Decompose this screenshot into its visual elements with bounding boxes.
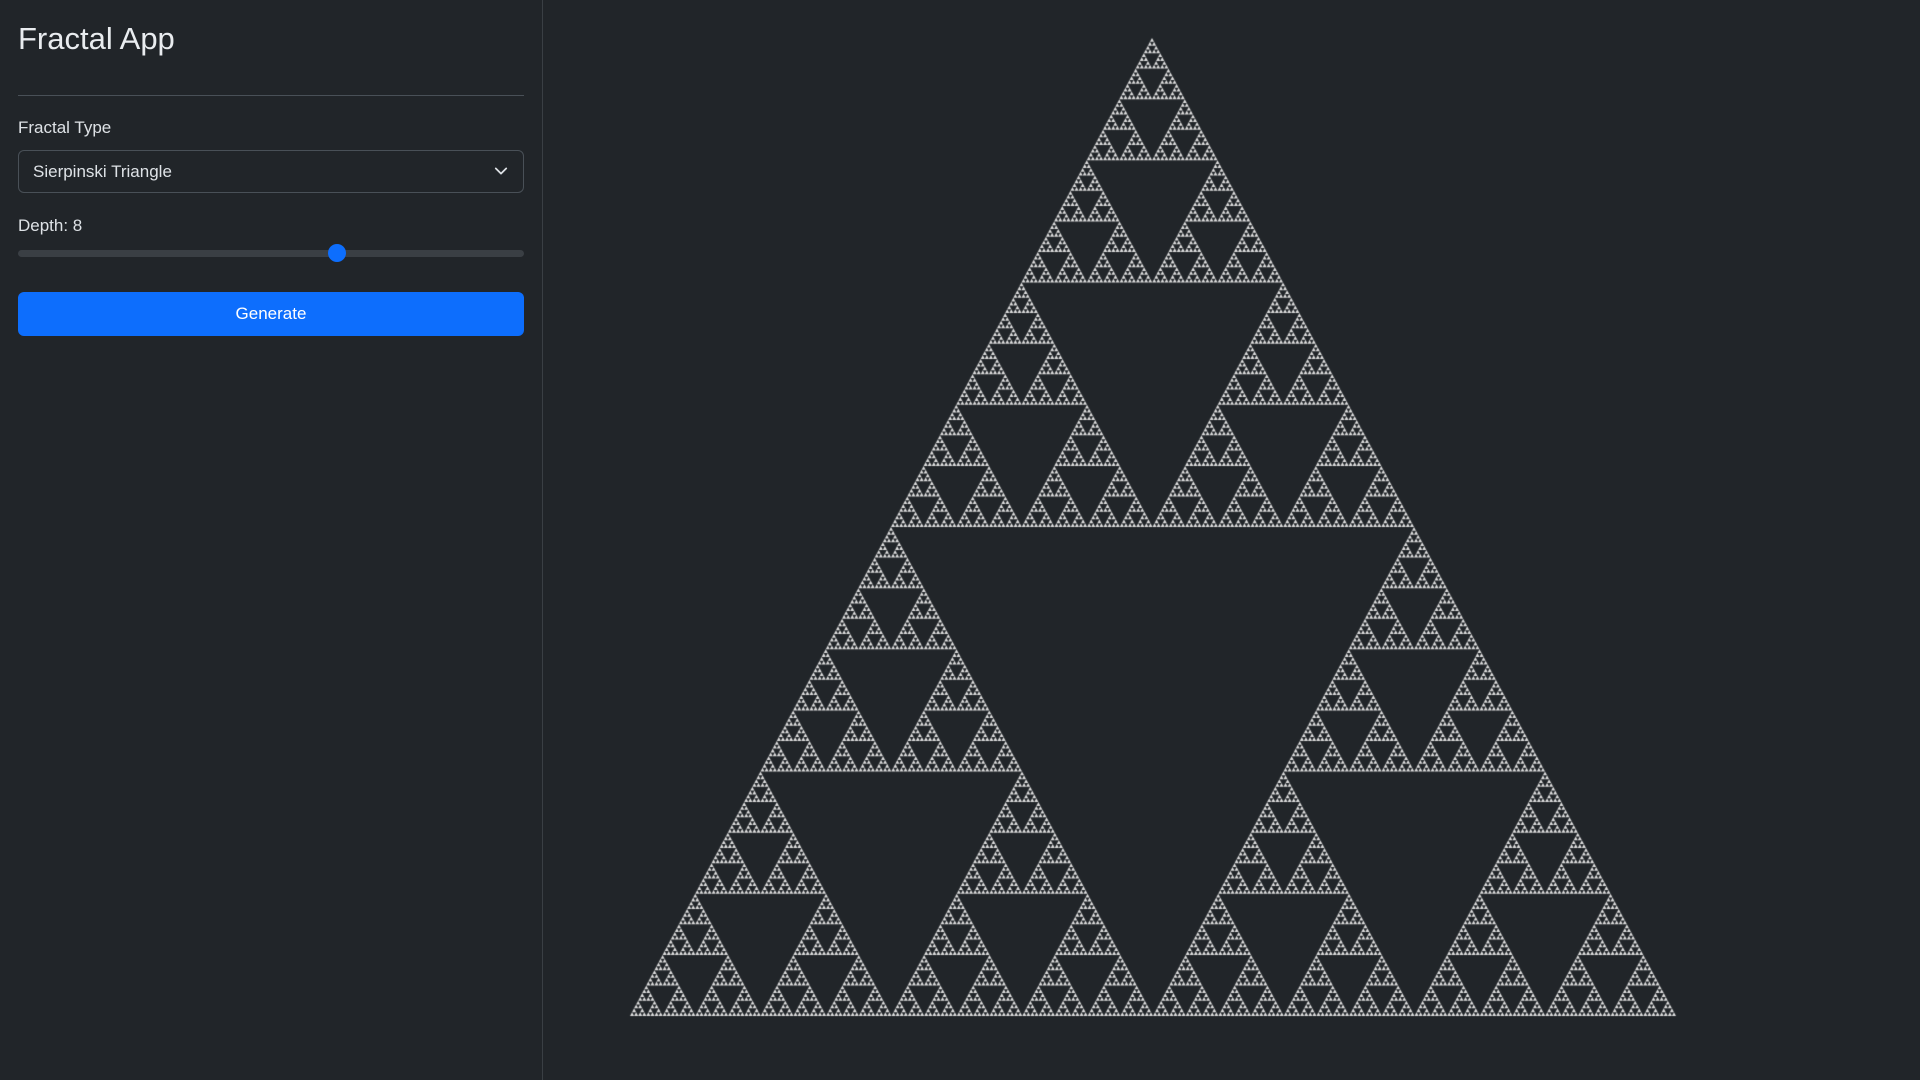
generate-button[interactable]: Generate (18, 292, 524, 336)
sidebar: Fractal App Fractal Type Sierpinski Tria… (0, 0, 543, 1080)
depth-slider[interactable] (18, 240, 524, 264)
app-title: Fractal App (18, 21, 175, 56)
fractal-type-label: Fractal Type (18, 118, 112, 137)
app-root: Fractal App Fractal Type Sierpinski Tria… (0, 0, 1920, 1080)
fractal-canvas-area (543, 0, 1920, 1080)
fractal-type-select-wrapper: Sierpinski Triangle (18, 150, 524, 193)
fractal-canvas[interactable] (543, 0, 1920, 1080)
depth-slider-track[interactable] (18, 250, 524, 257)
fractal-type-select[interactable]: Sierpinski Triangle (18, 150, 524, 193)
depth-slider-thumb[interactable] (327, 244, 346, 262)
depth-label: Depth: 8 (18, 216, 83, 235)
title-divider (18, 95, 524, 96)
